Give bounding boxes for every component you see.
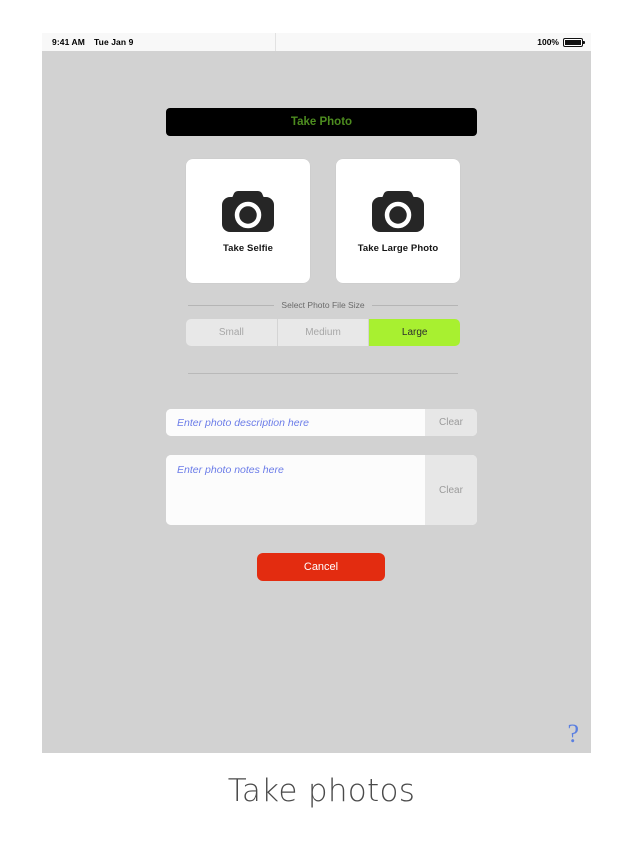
file-size-divider: Select Photo File Size	[188, 300, 458, 310]
camera-icon	[220, 189, 276, 234]
divider-line-right	[371, 304, 458, 306]
status-bar-left: 9:41 AM Tue Jan 9	[52, 37, 133, 47]
photo-description-input[interactable]: Enter photo description here	[166, 409, 425, 436]
device-screen: 9:41 AM Tue Jan 9 100% Take Photo Take S…	[42, 33, 591, 753]
status-bar-divider	[275, 33, 276, 51]
take-selfie-button[interactable]: Take Selfie	[186, 159, 310, 283]
page-title-bar: Take Photo	[166, 108, 477, 136]
segment-small[interactable]: Small	[186, 319, 278, 346]
clear-notes-button[interactable]: Clear	[425, 455, 477, 525]
photo-button-group: Take Selfie Take Large Photo	[186, 159, 460, 283]
photo-description-row: Enter photo description here Clear	[166, 409, 477, 436]
file-size-divider-label: Select Photo File Size	[281, 300, 365, 310]
battery-full-icon	[563, 37, 585, 47]
battery-percent-label: 100%	[537, 37, 559, 47]
status-date: Tue Jan 9	[93, 37, 134, 47]
photo-notes-row: Enter photo notes here Clear	[166, 455, 477, 525]
status-bar-right: 100%	[537, 37, 585, 47]
file-size-segmented-control[interactable]: Small Medium Large	[186, 319, 460, 346]
photo-notes-input[interactable]: Enter photo notes here	[166, 455, 425, 525]
take-large-photo-button[interactable]: Take Large Photo	[336, 159, 460, 283]
take-large-photo-label: Take Large Photo	[357, 242, 439, 254]
status-bar: 9:41 AM Tue Jan 9 100%	[42, 33, 591, 51]
clear-description-button[interactable]: Clear	[425, 409, 477, 436]
camera-icon	[370, 189, 426, 234]
section-separator	[188, 373, 458, 374]
segment-medium[interactable]: Medium	[277, 319, 370, 346]
take-selfie-label: Take Selfie	[222, 242, 274, 254]
app-content: Take Photo Take Selfie Take Large Photo …	[42, 51, 591, 753]
page-caption: Take photos	[227, 773, 416, 809]
cancel-button[interactable]: Cancel	[257, 553, 385, 581]
divider-line-left	[188, 304, 275, 306]
status-time: 9:41 AM	[52, 37, 85, 47]
help-question-icon[interactable]: ?	[567, 721, 579, 747]
segment-large[interactable]: Large	[369, 319, 460, 346]
page-title: Take Photo	[290, 116, 353, 128]
